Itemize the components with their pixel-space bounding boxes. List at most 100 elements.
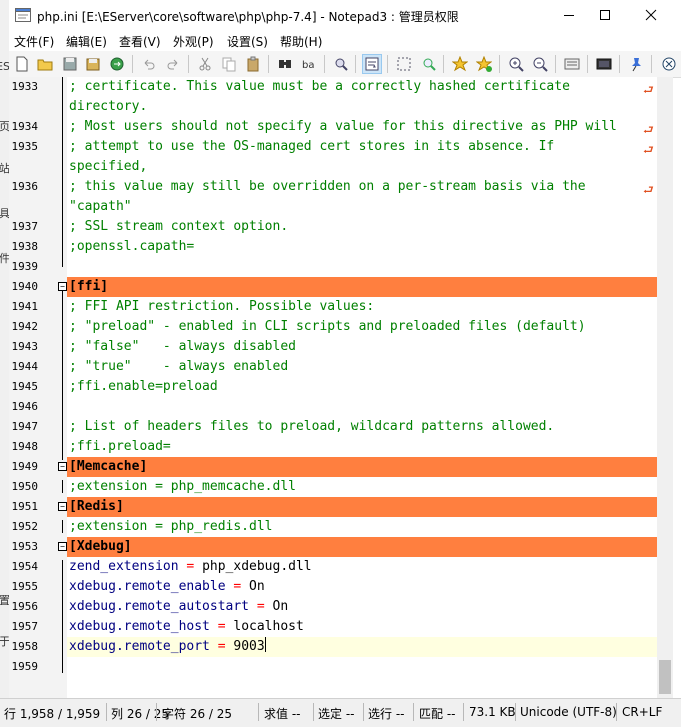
editor-line[interactable]: 1939 <box>9 257 657 277</box>
paste-icon[interactable] <box>243 54 263 74</box>
editor-line[interactable]: 1942 ; "preload" - enabled in CLI scripts… <box>9 317 657 337</box>
status-encoding[interactable]: Unicode (UTF-8) <box>520 705 617 719</box>
editor-line[interactable]: 1950 ;extension = php_memcache.dll <box>9 477 657 497</box>
add-favorite-icon[interactable] <box>474 54 494 74</box>
editor-line[interactable]: 1949 − [Memcache] <box>9 457 657 477</box>
status-separator <box>363 703 364 721</box>
editor-line[interactable]: 1944 ; "true" - always enabled <box>9 357 657 377</box>
editor-line[interactable]: directory. <box>9 97 657 117</box>
menu-appearance[interactable]: 外观(P) <box>173 33 214 50</box>
fold-toggle-icon[interactable]: − <box>58 542 67 551</box>
code-text: ; certificate. This value must be a corr… <box>69 79 570 94</box>
line-number: 1954 <box>11 560 39 573</box>
status-separator <box>413 703 414 721</box>
code-text: xdebug.remote_enable = On <box>69 579 265 594</box>
line-number: 1951 <box>11 500 39 513</box>
fold-toggle-icon[interactable]: − <box>58 502 67 511</box>
screen-icon[interactable] <box>594 54 614 74</box>
ini-key: xdebug.remote_autostart <box>69 599 250 614</box>
editor-line[interactable]: 1935 ; attempt to use the OS-managed cert… <box>9 137 657 157</box>
editor-line[interactable]: 1948 ;ffi.preload= <box>9 437 657 457</box>
editor-line[interactable]: 1951 − [Redis] <box>9 497 657 517</box>
editor-line[interactable]: 1940 − [ffi] <box>9 277 657 297</box>
code-text: ; SSL stream context option. <box>69 219 289 234</box>
zoom-out-icon[interactable] <box>530 54 550 74</box>
ini-key: xdebug.remote_host <box>69 619 210 634</box>
editor-line[interactable]: 1946 <box>9 397 657 417</box>
code-text: ; this value may still be overridden on … <box>69 179 586 194</box>
line-number: 1946 <box>11 400 39 413</box>
editor-line[interactable]: 1958 xdebug.remote_port = 9003 <box>9 637 657 657</box>
editor-line[interactable]: 1945 ;ffi.enable=preload <box>9 377 657 397</box>
status-eol[interactable]: CR+LF <box>622 705 662 719</box>
editor-line[interactable]: 1934 ; Most users should not specify a va… <box>9 117 657 137</box>
scrollbar-thumb[interactable] <box>659 660 671 694</box>
replace-icon[interactable]: ba <box>299 54 319 74</box>
editor-line[interactable]: 1959 <box>9 657 657 677</box>
editor-line[interactable]: 1952 ;extension = php_redis.dll <box>9 517 657 537</box>
exit-icon[interactable] <box>659 54 679 74</box>
editor-line[interactable]: 1936 ; this value may still be overridden… <box>9 177 657 197</box>
editor-line[interactable]: 1954 zend_extension = php_xdebug.dll <box>9 557 657 577</box>
menu-view[interactable]: 查看(V) <box>119 33 161 50</box>
word-wrap-icon[interactable] <box>362 54 382 74</box>
code-text: ;extension = php_memcache.dll <box>69 479 296 494</box>
line-number: 1941 <box>11 300 39 313</box>
close-button[interactable] <box>629 0 673 30</box>
select-icon[interactable] <box>394 54 414 74</box>
editor-line[interactable]: "capath" <box>9 197 657 217</box>
ini-value: 9003 <box>233 639 265 654</box>
undo-icon[interactable] <box>139 54 159 74</box>
line-number: 1942 <box>11 320 39 333</box>
copy-icon[interactable] <box>219 54 239 74</box>
maximize-button[interactable] <box>583 0 627 30</box>
editor-line[interactable]: 1957 xdebug.remote_host = localhost <box>9 617 657 637</box>
status-separator <box>156 703 157 721</box>
editor-line[interactable]: 1953 − [Xdebug] <box>9 537 657 557</box>
redo-icon[interactable] <box>163 54 183 74</box>
find-in-files-icon[interactable] <box>331 54 351 74</box>
pin-icon[interactable] <box>626 54 646 74</box>
line-number: 1955 <box>11 580 39 593</box>
status-selected-lines: 选行 -- <box>368 707 405 721</box>
zoom-in-icon[interactable] <box>506 54 526 74</box>
save-as-icon[interactable] <box>83 54 103 74</box>
editor-line[interactable]: 1938 ;openssl.capath= <box>9 237 657 257</box>
fold-toggle-icon[interactable]: − <box>58 282 67 291</box>
cut-icon[interactable] <box>195 54 215 74</box>
settings-icon[interactable] <box>562 54 582 74</box>
code-text: ;ffi.enable=preload <box>69 379 218 394</box>
editor-line[interactable]: 1956 xdebug.remote_autostart = On <box>9 597 657 617</box>
editor-line[interactable]: 1947 ; List of headers files to preload, … <box>9 417 657 437</box>
browse-icon[interactable] <box>107 54 127 74</box>
status-line: 行 1,958 / 1,959 <box>4 707 101 721</box>
line-number: 1944 <box>11 360 39 373</box>
editor-line[interactable]: 1955 xdebug.remote_enable = On <box>9 577 657 597</box>
zoom-find-icon[interactable] <box>419 54 439 74</box>
code-text: xdebug.remote_host = localhost <box>69 619 304 634</box>
editor-line[interactable]: 1933 ; certificate. This value must be a … <box>9 77 657 97</box>
line-number: 1953 <box>11 540 39 553</box>
editor-line[interactable]: 1943 ; "false" - always disabled <box>9 337 657 357</box>
window-title: php.ini [E:\EServer\core\software\php\ph… <box>37 10 459 24</box>
editor-line[interactable]: 1941 ; FFI API restriction. Possible valu… <box>9 297 657 317</box>
editor[interactable]: 1933 ; certificate. This value must be a … <box>9 77 657 698</box>
menu-edit[interactable]: 编辑(E) <box>66 33 107 50</box>
section-highlight <box>67 497 657 517</box>
fold-toggle-icon[interactable]: − <box>58 462 67 471</box>
menu-file[interactable]: 文件(F) <box>14 33 54 50</box>
favorite-icon[interactable] <box>450 54 470 74</box>
editor-line[interactable]: specified, <box>9 157 657 177</box>
new-file-icon[interactable] <box>12 54 32 74</box>
menu-bar: 文件(F) 编辑(E) 查看(V) 外观(P) 设置(S) 帮助(H) <box>9 31 681 51</box>
editor-line[interactable]: 1937 ; SSL stream context option. <box>9 217 657 237</box>
section-highlight <box>67 457 657 477</box>
menu-settings[interactable]: 设置(S) <box>227 33 268 50</box>
menu-help[interactable]: 帮助(H) <box>280 33 322 50</box>
save-icon[interactable] <box>60 54 80 74</box>
find-icon[interactable] <box>275 54 295 74</box>
status-separator <box>515 703 516 721</box>
open-folder-icon[interactable] <box>35 54 55 74</box>
vertical-scrollbar[interactable] <box>657 77 673 698</box>
status-eval: 求值 -- <box>264 707 301 721</box>
